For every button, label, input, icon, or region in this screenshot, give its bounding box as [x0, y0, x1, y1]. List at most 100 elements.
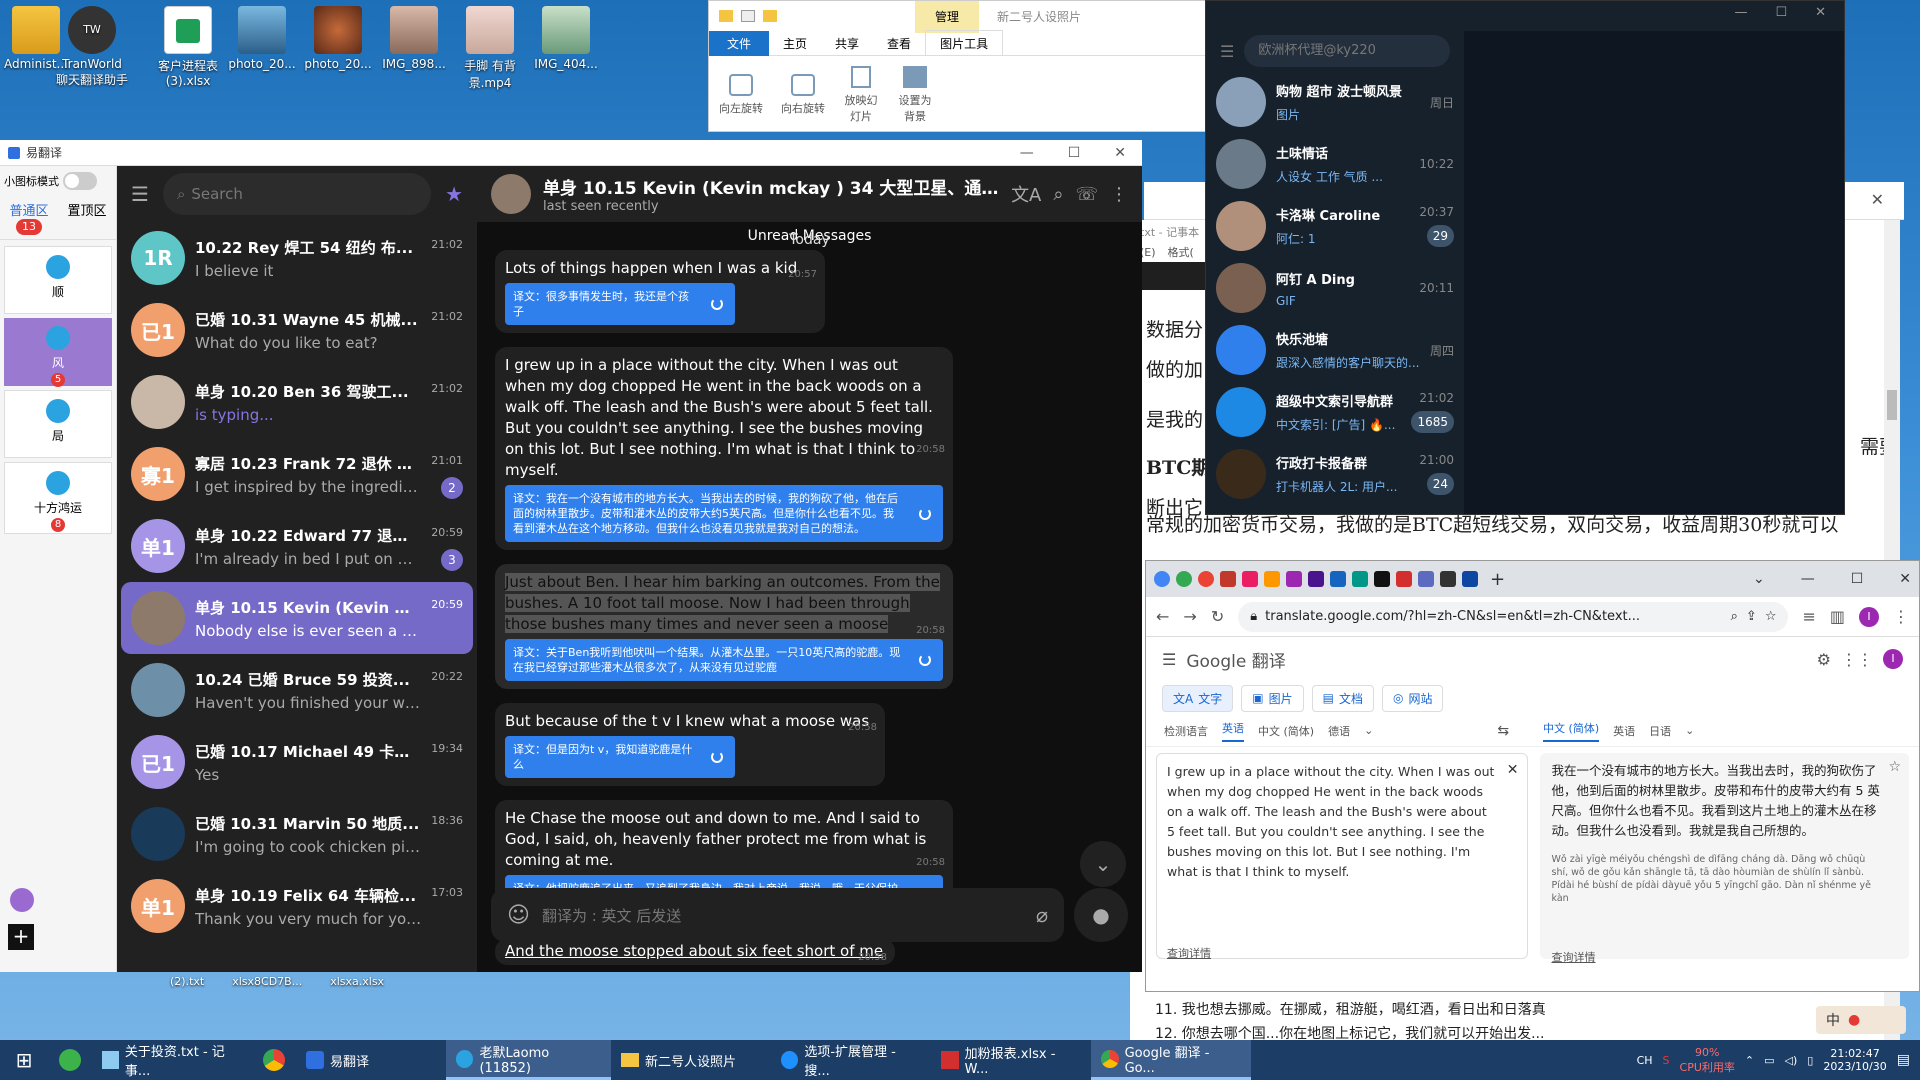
minimize-icon[interactable]: — — [1020, 145, 1034, 161]
share-icon[interactable]: ⇪ — [1746, 609, 1757, 624]
tab-favicon[interactable] — [1176, 571, 1192, 587]
attach-icon[interactable]: ⌀ — [1036, 903, 1048, 927]
input-lang[interactable]: CH — [1637, 1054, 1653, 1067]
lang-detect[interactable]: 检测语言 — [1164, 723, 1208, 739]
extensions-icon[interactable]: ≡ — [1802, 607, 1815, 626]
clock[interactable]: 21:02:47 2023/10/30 — [1823, 1047, 1886, 1073]
scroll-down-button[interactable]: ⌄ — [1080, 841, 1126, 887]
details-link[interactable]: 查询详情 — [1552, 949, 1596, 965]
ime-mode[interactable]: 中 — [1826, 1010, 1840, 1030]
desktop-file-label[interactable]: xlsx8CD7B... — [232, 975, 302, 988]
manage-tab[interactable]: 管理 — [915, 1, 980, 33]
tab-favicon[interactable] — [1462, 571, 1478, 587]
chat-item[interactable]: 行政打卡报备群 打卡机器人 2L: 用户... 21:00 24 — [1206, 443, 1464, 505]
chat-item[interactable]: 卡洛琳 Caroline 阿仁: 1 20:37 29 — [1206, 195, 1464, 257]
mode-tab-document[interactable]: ▤ 文档 — [1311, 684, 1374, 712]
translate-icon[interactable]: 文A — [1011, 181, 1041, 207]
chat-item-selected[interactable]: 单身 10.15 Kevin (Kevin mcka...Nobody else… — [121, 582, 473, 654]
star-icon[interactable]: ☆ — [1888, 759, 1901, 775]
network-icon[interactable]: ▭ — [1764, 1054, 1774, 1067]
tab-pinned[interactable]: 置顶区 — [58, 196, 116, 223]
tab-favicon[interactable] — [1418, 571, 1434, 587]
desktop-icon-tranworld[interactable]: TW TranWorld 聊天翻译助手 — [56, 6, 128, 88]
sidebar-icon[interactable]: ▥ — [1830, 607, 1845, 626]
start-button[interactable]: ⊞ — [0, 1040, 48, 1080]
tab-home[interactable]: 主页 — [769, 31, 821, 56]
assistant-icon[interactable] — [10, 888, 34, 912]
minimize-icon[interactable]: — — [1801, 571, 1815, 587]
tab-view[interactable]: 查看 — [873, 31, 925, 56]
chat-item[interactable]: 阿钉 A Ding GIF 20:11 — [1206, 257, 1464, 319]
scrollbar-thumb[interactable] — [1887, 390, 1897, 420]
taskbar-google-translate[interactable]: Google 翻译 - Go... — [1091, 1040, 1251, 1080]
settings-gear-icon[interactable]: ⚙ — [1817, 650, 1831, 669]
close-icon[interactable]: ✕ — [1871, 190, 1884, 209]
chat-item[interactable]: 单1 单身 10.22 Edward 77 退休 德... I'm already … — [121, 510, 473, 582]
chat-title[interactable]: 单身 10.15 Kevin (Kevin mckay ) 34 大型卫星、通.… — [543, 174, 999, 199]
taskbar-wps[interactable]: 加粉报表.xlsx - W... — [931, 1040, 1091, 1080]
tab-share[interactable]: 共享 — [821, 31, 873, 56]
slideshow-button[interactable]: 放映幻灯片 — [841, 65, 881, 124]
back-icon[interactable]: ← — [1156, 607, 1169, 626]
desktop-icon-img404[interactable]: IMG_404... — [530, 6, 602, 71]
refresh-icon[interactable] — [711, 751, 723, 763]
small-icon-mode-toggle[interactable] — [63, 172, 97, 190]
ime-toolbar[interactable]: 中 ● — [1816, 1006, 1906, 1034]
refresh-icon[interactable] — [919, 654, 931, 666]
tray-chevron-icon[interactable]: ⌃ — [1745, 1054, 1754, 1067]
lang-target-english[interactable]: 英语 — [1613, 723, 1635, 739]
tab-favicon[interactable] — [1220, 571, 1236, 587]
tab-favicon[interactable] — [1242, 571, 1258, 587]
sogou-ime-icon[interactable]: S — [1663, 1054, 1670, 1067]
saved-star-icon[interactable]: ★ — [445, 182, 463, 206]
taskbar-app[interactable] — [48, 1040, 92, 1080]
chat-item[interactable]: 已1 已婚 10.31 Wayne 45 机械... What do you lik… — [121, 294, 473, 366]
chevron-down-icon[interactable]: ⌄ — [1364, 724, 1373, 737]
message-bubble[interactable]: And the moose stopped about six feet sho… — [495, 939, 895, 965]
tab-favicon[interactable] — [1308, 571, 1324, 587]
taskbar-explorer[interactable]: 新二号人设照片 — [611, 1040, 771, 1080]
reload-icon[interactable]: ↻ — [1211, 607, 1224, 626]
taskbar-telegram[interactable]: 老默Laomo (11852) — [446, 1040, 611, 1080]
desktop-icon-xlsx[interactable]: 客户进程表 (3).xlsx — [152, 6, 224, 88]
refresh-icon[interactable] — [711, 298, 723, 310]
desktop-icon-mp4[interactable]: 手脚 有背景.mp4 — [454, 6, 526, 91]
chat-item[interactable]: 单1 单身 10.19 Felix 64 车辆检... Thank you very… — [121, 870, 473, 942]
desktop-file-label[interactable]: (2).txt — [170, 975, 204, 988]
account-item-active[interactable]: 风5 — [4, 318, 112, 387]
menu-item[interactable]: 格式( — [1168, 244, 1194, 260]
bookmark-star-icon[interactable]: ☆ — [1765, 609, 1777, 624]
chat-item[interactable]: 超级中文索引导航群 中文索引: [广告] 🔥... 21:02 1685 — [1206, 381, 1464, 443]
phone-icon[interactable]: ☏ — [1075, 184, 1098, 205]
account-item[interactable]: 顺 — [4, 246, 112, 314]
account-item[interactable]: 十方鸿运 8 — [4, 462, 112, 534]
chevron-down-icon[interactable]: ⌄ — [1685, 724, 1694, 737]
account-item[interactable]: 局 — [4, 390, 112, 458]
chat-avatar[interactable] — [491, 174, 531, 214]
profile-avatar[interactable]: I — [1883, 649, 1903, 669]
voice-record-button[interactable]: ● — [1074, 888, 1128, 942]
desktop-icon-photo1[interactable]: photo_20... — [226, 6, 298, 71]
tab-favicon[interactable] — [1440, 571, 1456, 587]
chat-item[interactable]: 已婚 10.31 Marvin 50 地质... I'm going to coo… — [121, 798, 473, 870]
maximize-icon[interactable]: ☐ — [1068, 145, 1081, 161]
details-link[interactable]: 查询详情 — [1167, 944, 1211, 964]
properties-icon[interactable] — [741, 10, 755, 22]
volume-icon[interactable]: ◁) — [1785, 1054, 1798, 1067]
tab-favicon[interactable] — [1286, 571, 1302, 587]
forward-icon[interactable]: → — [1183, 607, 1196, 626]
tab-favicon[interactable] — [1330, 571, 1346, 587]
taskbar-yifanyi[interactable]: 易翻译 — [296, 1040, 446, 1080]
lock-icon[interactable]: 🔒︎ — [1250, 609, 1257, 624]
maximize-icon[interactable]: ☐ — [1775, 5, 1787, 27]
lang-source-chinese[interactable]: 中文 (简体) — [1258, 723, 1314, 739]
lang-source-german[interactable]: 德语 — [1328, 723, 1350, 739]
tab-search-icon[interactable]: ⌄ — [1753, 571, 1765, 587]
tab-normal[interactable]: 普通区 13 — [0, 196, 58, 239]
more-icon[interactable]: ⋮ — [1893, 607, 1909, 626]
minimize-icon[interactable]: — — [1734, 5, 1747, 27]
clear-text-icon[interactable]: ✕ — [1507, 760, 1519, 780]
chat-item[interactable]: 购物 超市 波士顿风景 图片 周日 — [1206, 71, 1464, 133]
tab-picture-tools[interactable]: 图片工具 — [925, 30, 1004, 56]
search-icon[interactable]: ⌕ — [1731, 609, 1738, 624]
